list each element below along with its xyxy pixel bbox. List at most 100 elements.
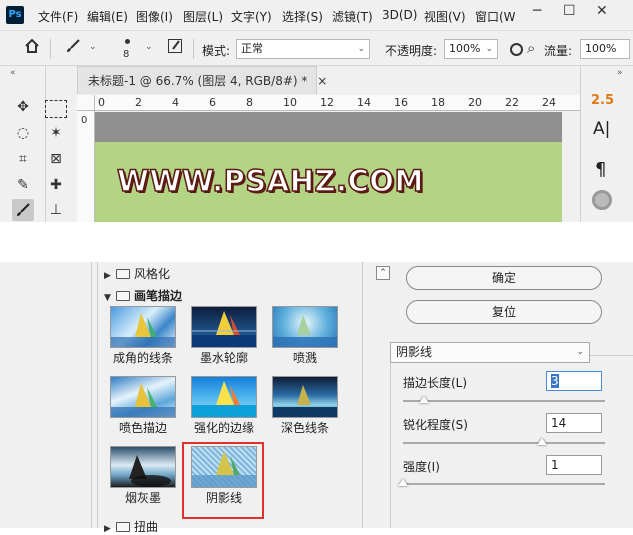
filter-label[interactable]: 喷溅	[265, 349, 345, 366]
filter-label[interactable]: 成角的线条	[103, 349, 183, 366]
stamp-tool-icon[interactable]: ⊥	[45, 199, 67, 221]
vertical-scrollbar[interactable]	[562, 112, 579, 222]
healing-brush-tool-icon[interactable]: ✚	[45, 174, 67, 196]
menu-file[interactable]: 文件(F)	[38, 8, 78, 25]
magic-wand-tool-icon[interactable]: ✶	[45, 122, 67, 144]
filter-thumb-sumi-e[interactable]	[110, 446, 176, 488]
menu-window[interactable]: 窗口(W	[475, 8, 516, 25]
brush-settings-panel-icon[interactable]	[164, 38, 186, 60]
menu-image[interactable]: 图像(I)	[136, 8, 173, 25]
character-size-value[interactable]: 2.5	[591, 93, 614, 108]
filter-thumb-angled-strokes[interactable]	[110, 306, 176, 348]
filter-thumb-accented-edges[interactable]	[191, 376, 257, 418]
strength-input[interactable]: 1	[546, 455, 602, 475]
chevron-down-icon: ⌄	[485, 44, 493, 54]
search-icon[interactable]: ⌕	[527, 39, 535, 57]
reset-button[interactable]: 复位	[406, 300, 602, 324]
menu-filter[interactable]: 滤镜(T)	[332, 8, 373, 25]
filter-label[interactable]: 强化的边缘	[184, 419, 264, 436]
category-brush-strokes[interactable]: ▼ 画笔描边	[104, 287, 182, 304]
sharpness-slider[interactable]	[403, 442, 605, 444]
opacity-input[interactable]: 100% ⌄	[444, 39, 498, 59]
glyphs-panel-icon[interactable]	[592, 190, 612, 210]
category-label: 画笔描边	[134, 289, 183, 303]
ruler-tick: 14	[357, 96, 371, 109]
ruler-tick: 2	[135, 96, 142, 109]
ruler-tick: 16	[394, 96, 408, 109]
category-distort[interactable]: ▶ 扭曲	[104, 518, 158, 535]
category-label: 风格化	[134, 267, 171, 281]
filter-label[interactable]: 墨水轮廓	[184, 349, 264, 366]
ruler-tick: 4	[172, 96, 179, 109]
stroke-length-slider-thumb[interactable]	[419, 396, 429, 403]
filter-gallery-dialog: ▶ 风格化 ▼ 画笔描边 成角的线条 墨水轮廓 喷溅 喷色描边 强化的边缘 深色线条	[0, 262, 633, 534]
canvas-text-layer[interactable]: WWW.PSAHZ.COM	[116, 163, 424, 199]
category-stylize[interactable]: ▶ 风格化	[104, 265, 170, 282]
close-tab-icon[interactable]: ×	[317, 74, 327, 88]
chevron-down-icon[interactable]: ⌄	[145, 42, 153, 52]
paragraph-panel-icon[interactable]: ¶	[595, 159, 606, 180]
ruler-tick: 12	[320, 96, 334, 109]
document-tab[interactable]: 未标题-1 @ 66.7% (图层 4, RGB/8#) * ×	[77, 66, 327, 94]
flow-input[interactable]: 100%	[580, 39, 630, 59]
filter-select-value: 阴影线	[396, 345, 433, 359]
brush-tool-icon[interactable]	[12, 199, 34, 221]
collapse-icon[interactable]: »	[617, 68, 623, 78]
horizontal-ruler[interactable]: 0 2 4 6 8 10 12 14 16 18 20 22 24	[95, 95, 581, 111]
filter-select[interactable]: 阴影线 ⌄	[390, 342, 590, 363]
ok-button[interactable]: 确定	[406, 266, 602, 290]
character-panel-icon[interactable]: A|	[593, 119, 610, 139]
tools-panel: « ✥ ◌ ✶ ⌗ ⊠ ✎ ✚ ⊥	[0, 66, 67, 222]
filter-thumb-spatter[interactable]	[272, 306, 338, 348]
strength-slider[interactable]	[403, 483, 605, 485]
menu-view[interactable]: 视图(V)	[424, 8, 466, 25]
home-icon[interactable]	[21, 38, 43, 60]
filter-thumb-dark-strokes[interactable]	[272, 376, 338, 418]
menu-bar: Ps 文件(F) 编辑(E) 图像(I) 图层(L) 文字(Y) 选择(S) 滤…	[0, 0, 633, 30]
menu-type[interactable]: 文字(Y)	[231, 8, 272, 25]
menu-3d[interactable]: 3D(D)	[382, 8, 417, 22]
ruler-tick: 24	[542, 96, 556, 109]
brush-preset-icon[interactable]	[62, 38, 84, 60]
brush-size-value[interactable]: 8	[123, 49, 129, 60]
filter-thumb-crosshatch[interactable]	[191, 446, 257, 488]
menu-edit[interactable]: 编辑(E)	[87, 8, 128, 25]
minimize-button[interactable]: ─	[533, 3, 541, 19]
collapse-icon[interactable]: «	[10, 68, 16, 78]
collapse-gallery-icon[interactable]: ⌃	[376, 266, 390, 280]
options-bar: ⌄ 8 ⌄ 模式: 正常 ⌄ 不透明度: 100% ⌄ ⌕ 流量: 100%	[0, 30, 633, 66]
filter-label[interactable]: 深色线条	[265, 419, 345, 436]
sharpness-input[interactable]: 14	[546, 413, 602, 433]
filter-label[interactable]: 阴影线	[184, 489, 264, 506]
strength-slider-thumb[interactable]	[398, 479, 408, 486]
crop-tool-icon[interactable]: ⌗	[12, 148, 34, 170]
filter-thumb-sprayed-strokes[interactable]	[110, 376, 176, 418]
menu-layer[interactable]: 图层(L)	[183, 8, 223, 25]
pressure-opacity-icon[interactable]	[510, 43, 523, 56]
chevron-down-icon[interactable]: ⌄	[89, 42, 97, 52]
mode-select[interactable]: 正常 ⌄	[236, 39, 370, 59]
ruler-tick: 8	[246, 96, 253, 109]
sharpness-slider-thumb[interactable]	[537, 438, 547, 445]
sharpness-value: 14	[551, 416, 567, 430]
filter-thumb-ink-outlines[interactable]	[191, 306, 257, 348]
frame-tool-icon[interactable]: ⊠	[45, 148, 67, 170]
flow-value: 100%	[585, 42, 617, 55]
move-tool-icon[interactable]: ✥	[12, 96, 34, 118]
flow-label: 流量:	[544, 44, 573, 58]
mode-value: 正常	[241, 42, 263, 55]
vertical-ruler[interactable]: 0	[77, 111, 95, 222]
stroke-length-slider[interactable]	[403, 400, 605, 402]
lasso-tool-icon[interactable]: ◌	[12, 122, 34, 144]
menu-select[interactable]: 选择(S)	[282, 8, 323, 25]
maximize-button[interactable]: ☐	[563, 3, 576, 19]
preview-area	[0, 262, 92, 528]
close-window-button[interactable]: ✕	[596, 3, 608, 19]
filter-label[interactable]: 喷色描边	[103, 419, 183, 436]
stroke-length-input[interactable]: 3	[546, 371, 602, 391]
eyedropper-tool-icon[interactable]: ✎	[12, 174, 34, 196]
ruler-tick: 20	[468, 96, 482, 109]
screenshot-gap	[0, 222, 633, 262]
filter-label[interactable]: 烟灰墨	[103, 489, 183, 506]
marquee-tool-icon[interactable]	[45, 100, 67, 118]
